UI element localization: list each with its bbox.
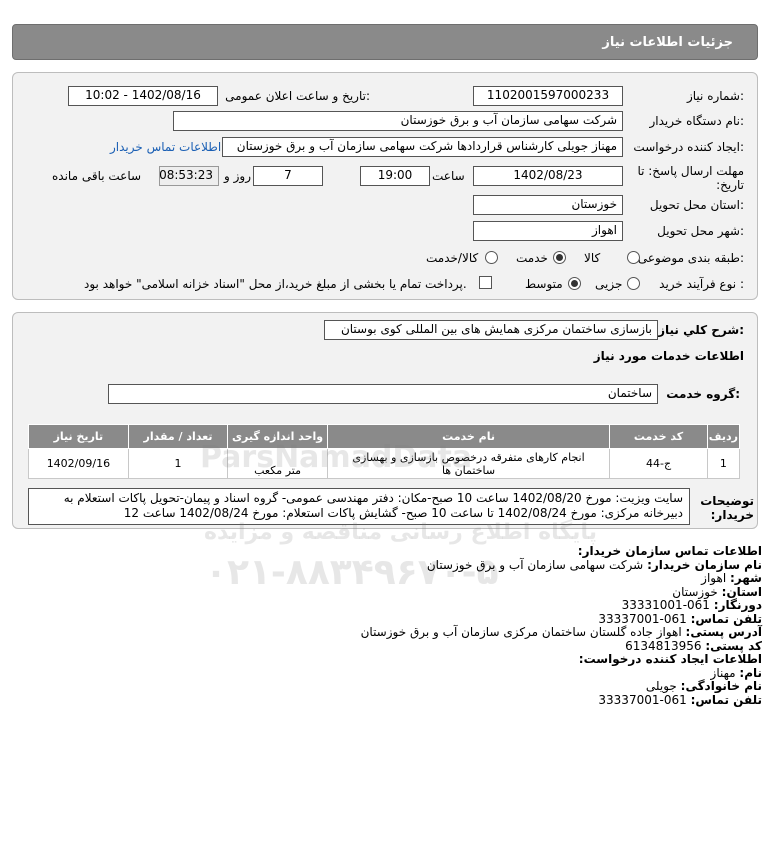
need-number-field: 1102001597000233	[473, 86, 623, 106]
creator-phone-line: تلفن تماس: 061-33337001	[62, 692, 762, 708]
contact-phone-label: تلفن تماس:	[690, 611, 762, 626]
creator-last-name-line: نام خانوادگی: جویلی	[62, 679, 762, 694]
cell-need-date: 1402/09/16	[28, 448, 129, 479]
creator-first-name-label: نام:	[739, 665, 762, 680]
delivery-province-label: استان محل تحویل:	[649, 198, 744, 212]
buyer-contact-link[interactable]: اطلاعات تماس خریدار	[110, 140, 221, 154]
contact-org-value: شرکت سهامی سازمان آب و برق خوزستان	[426, 557, 644, 572]
creator-phone-value: 061-33337001	[598, 692, 687, 707]
contact-fax-line: دورنگار: 061-33331001	[62, 598, 762, 613]
time-remaining-field: 08:53:23	[159, 166, 219, 186]
contact-address-value: اهواز جاده گلستان ساختمان مرکزی سازمان آ…	[360, 625, 682, 639]
contact-province-line: استان: خوزستان	[62, 584, 762, 600]
process-radio-medium[interactable]	[568, 277, 581, 290]
time-remaining-label: ساعت باقی مانده	[52, 169, 142, 183]
contact-fax-value: 061-33331001	[621, 598, 710, 612]
category-radio-goods[interactable]	[627, 251, 640, 264]
days-label: روز و	[224, 169, 251, 183]
category-option-service: خدمت	[516, 251, 548, 265]
buyer-org-label: نام دستگاه خریدار:	[649, 114, 745, 128]
deadline-time-label: ساعت	[432, 169, 465, 183]
contact-province-label: استان:	[721, 584, 762, 599]
delivery-province-field: خوزستان	[473, 195, 623, 215]
deadline-time-field: 19:00	[360, 166, 430, 186]
category-label: طبقه بندی موضوعی:	[637, 251, 744, 265]
deadline-date-field: 1402/08/23	[473, 166, 623, 186]
process-radio-minor[interactable]	[627, 277, 640, 290]
contact-postal-label: کد پستی:	[705, 638, 762, 653]
contact-fax-label: دورنگار:	[713, 598, 762, 612]
contact-org-label: نام سازمان خریدار:	[647, 557, 762, 572]
contact-org-line: نام سازمان خریدار: شرکت سهامی سازمان آب …	[62, 557, 762, 573]
process-option-medium: متوسط	[525, 277, 563, 291]
category-option-goods: کالا	[584, 251, 601, 265]
creator-last-name-label: نام خانوادگی:	[680, 679, 762, 693]
page-title: جزئیات اطلاعات نیاز	[602, 35, 733, 50]
page-header: جزئیات اطلاعات نیاز	[12, 24, 758, 60]
contact-phone-value: 061-33337001	[598, 611, 687, 626]
contact-address-label: آدرس پستی:	[685, 625, 762, 639]
request-creator-label: ایجاد کننده درخواست:	[633, 140, 744, 154]
request-creator-field: مهناز جویلی کارشناس قراردادها شرکت سهامی…	[222, 137, 623, 157]
delivery-city-field: اهواز	[473, 221, 623, 241]
service-group-field: ساختمان	[108, 384, 658, 404]
creator-first-name-line: نام: مهناز	[62, 665, 762, 681]
services-heading: اطلاعات خدمات مورد نیاز	[593, 349, 744, 363]
contact-phone-line: تلفن تماس: 061-33337001	[62, 611, 762, 627]
watermark-brand: ParsNamadData	[200, 440, 473, 475]
cell-row-number: 1	[706, 448, 741, 479]
buyer-org-field: شرکت سهامی سازمان آب و برق خوزستان	[173, 111, 623, 131]
contact-heading: اطلاعات تماس سازمان خریدار:	[577, 544, 762, 558]
contact-city-line: شهر: اهواز	[62, 571, 762, 586]
buyer-contact-section: اطلاعات تماس سازمان خریدار: نام سازمان خ…	[62, 544, 762, 708]
service-group-label: گروه خدمت:	[666, 387, 740, 401]
process-option-minor: جزیی	[595, 277, 623, 291]
category-radio-goods-service[interactable]	[485, 251, 498, 264]
contact-city-value: اهواز	[701, 571, 727, 585]
purchase-process-label: نوع فرآیند خرید :	[659, 277, 744, 291]
creator-first-name-value: مهناز	[710, 665, 736, 680]
treasury-payment-note: پرداخت تمام یا بخشی از مبلغ خرید،از محل …	[84, 277, 467, 291]
contact-province-value: خوزستان	[672, 584, 718, 599]
announce-datetime-field: 1402/08/16 - 10:02	[68, 86, 218, 106]
creator-last-name-value: جویلی	[645, 679, 677, 693]
delivery-city-label: شهر محل تحویل:	[657, 224, 744, 238]
need-description-field: بازسازی ساختمان مرکزی همایش های بین المل…	[324, 320, 658, 340]
contact-address-line: آدرس پستی: اهواز جاده گلستان ساختمان مرک…	[62, 625, 762, 640]
buyer-notes-label: توضیحات خریدار:	[700, 494, 754, 522]
days-remaining-field: 7	[253, 166, 323, 186]
contact-postal-line: کد پستی: 6134813956	[62, 638, 762, 654]
creator-heading: اطلاعات ایجاد کننده درخواست:	[578, 652, 762, 666]
contact-city-label: شهر:	[730, 571, 762, 585]
col-service-code: کد خدمت	[609, 424, 708, 449]
treasury-payment-checkbox[interactable]	[479, 276, 492, 289]
col-row-number: ردیف	[706, 424, 741, 449]
need-number-label: شماره نیاز:	[686, 89, 744, 103]
cell-service-code: ج-44	[609, 448, 708, 479]
category-option-goods-service: کالا/خدمت	[426, 251, 479, 265]
announce-datetime-label: تاریخ و ساعت اعلان عمومی:	[225, 89, 370, 103]
response-deadline-label: مهلت ارسال پاسخ: تا تاریخ:	[637, 164, 744, 192]
need-description-label: شرح کلي نياز:	[658, 323, 744, 337]
watermark-tagline: پایگاه اطلاع رسانی مناقصه و مزایده	[204, 520, 597, 545]
col-need-date: تاریخ نیاز	[28, 424, 129, 449]
category-radio-service[interactable]	[553, 251, 566, 264]
contact-postal-value: 6134813956	[625, 638, 702, 653]
creator-phone-label: تلفن تماس:	[690, 692, 762, 707]
